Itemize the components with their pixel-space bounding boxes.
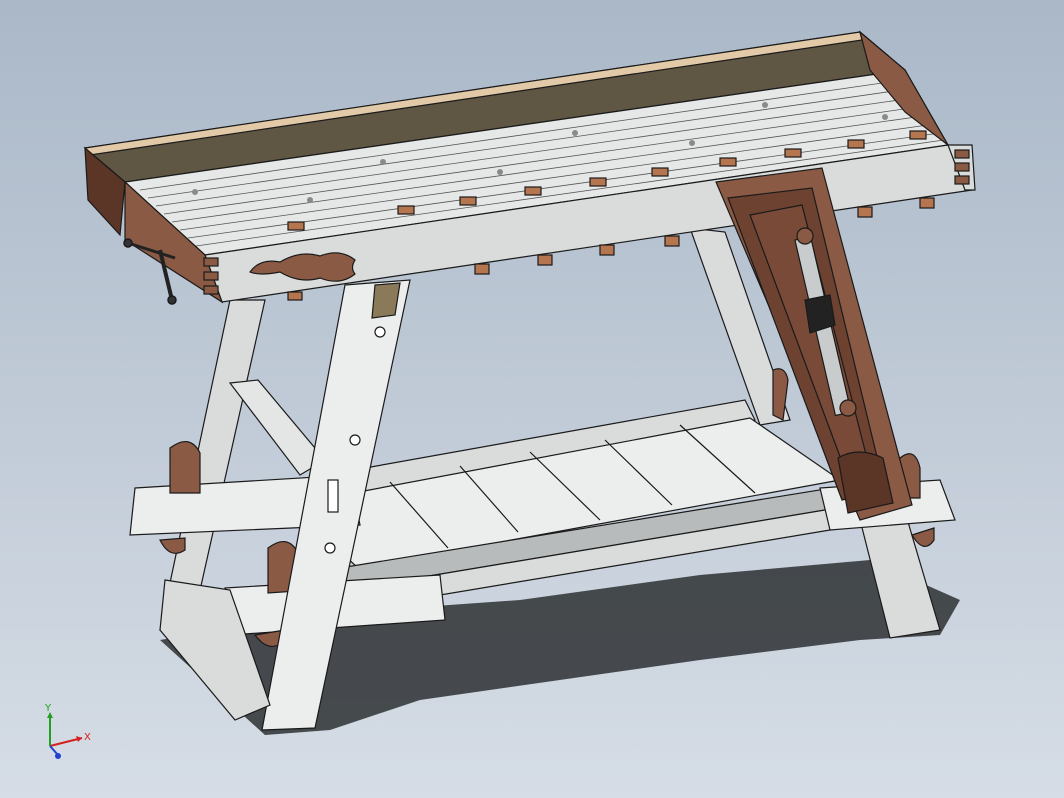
coordinate-triad: X Y	[44, 703, 91, 759]
3d-viewport[interactable]: X Y	[0, 0, 1064, 798]
diagonal-brace	[228, 379, 326, 476]
workbench-model[interactable]	[0, 0, 1064, 798]
y-axis-label: Y	[44, 703, 52, 714]
x-axis-label: X	[84, 732, 91, 743]
